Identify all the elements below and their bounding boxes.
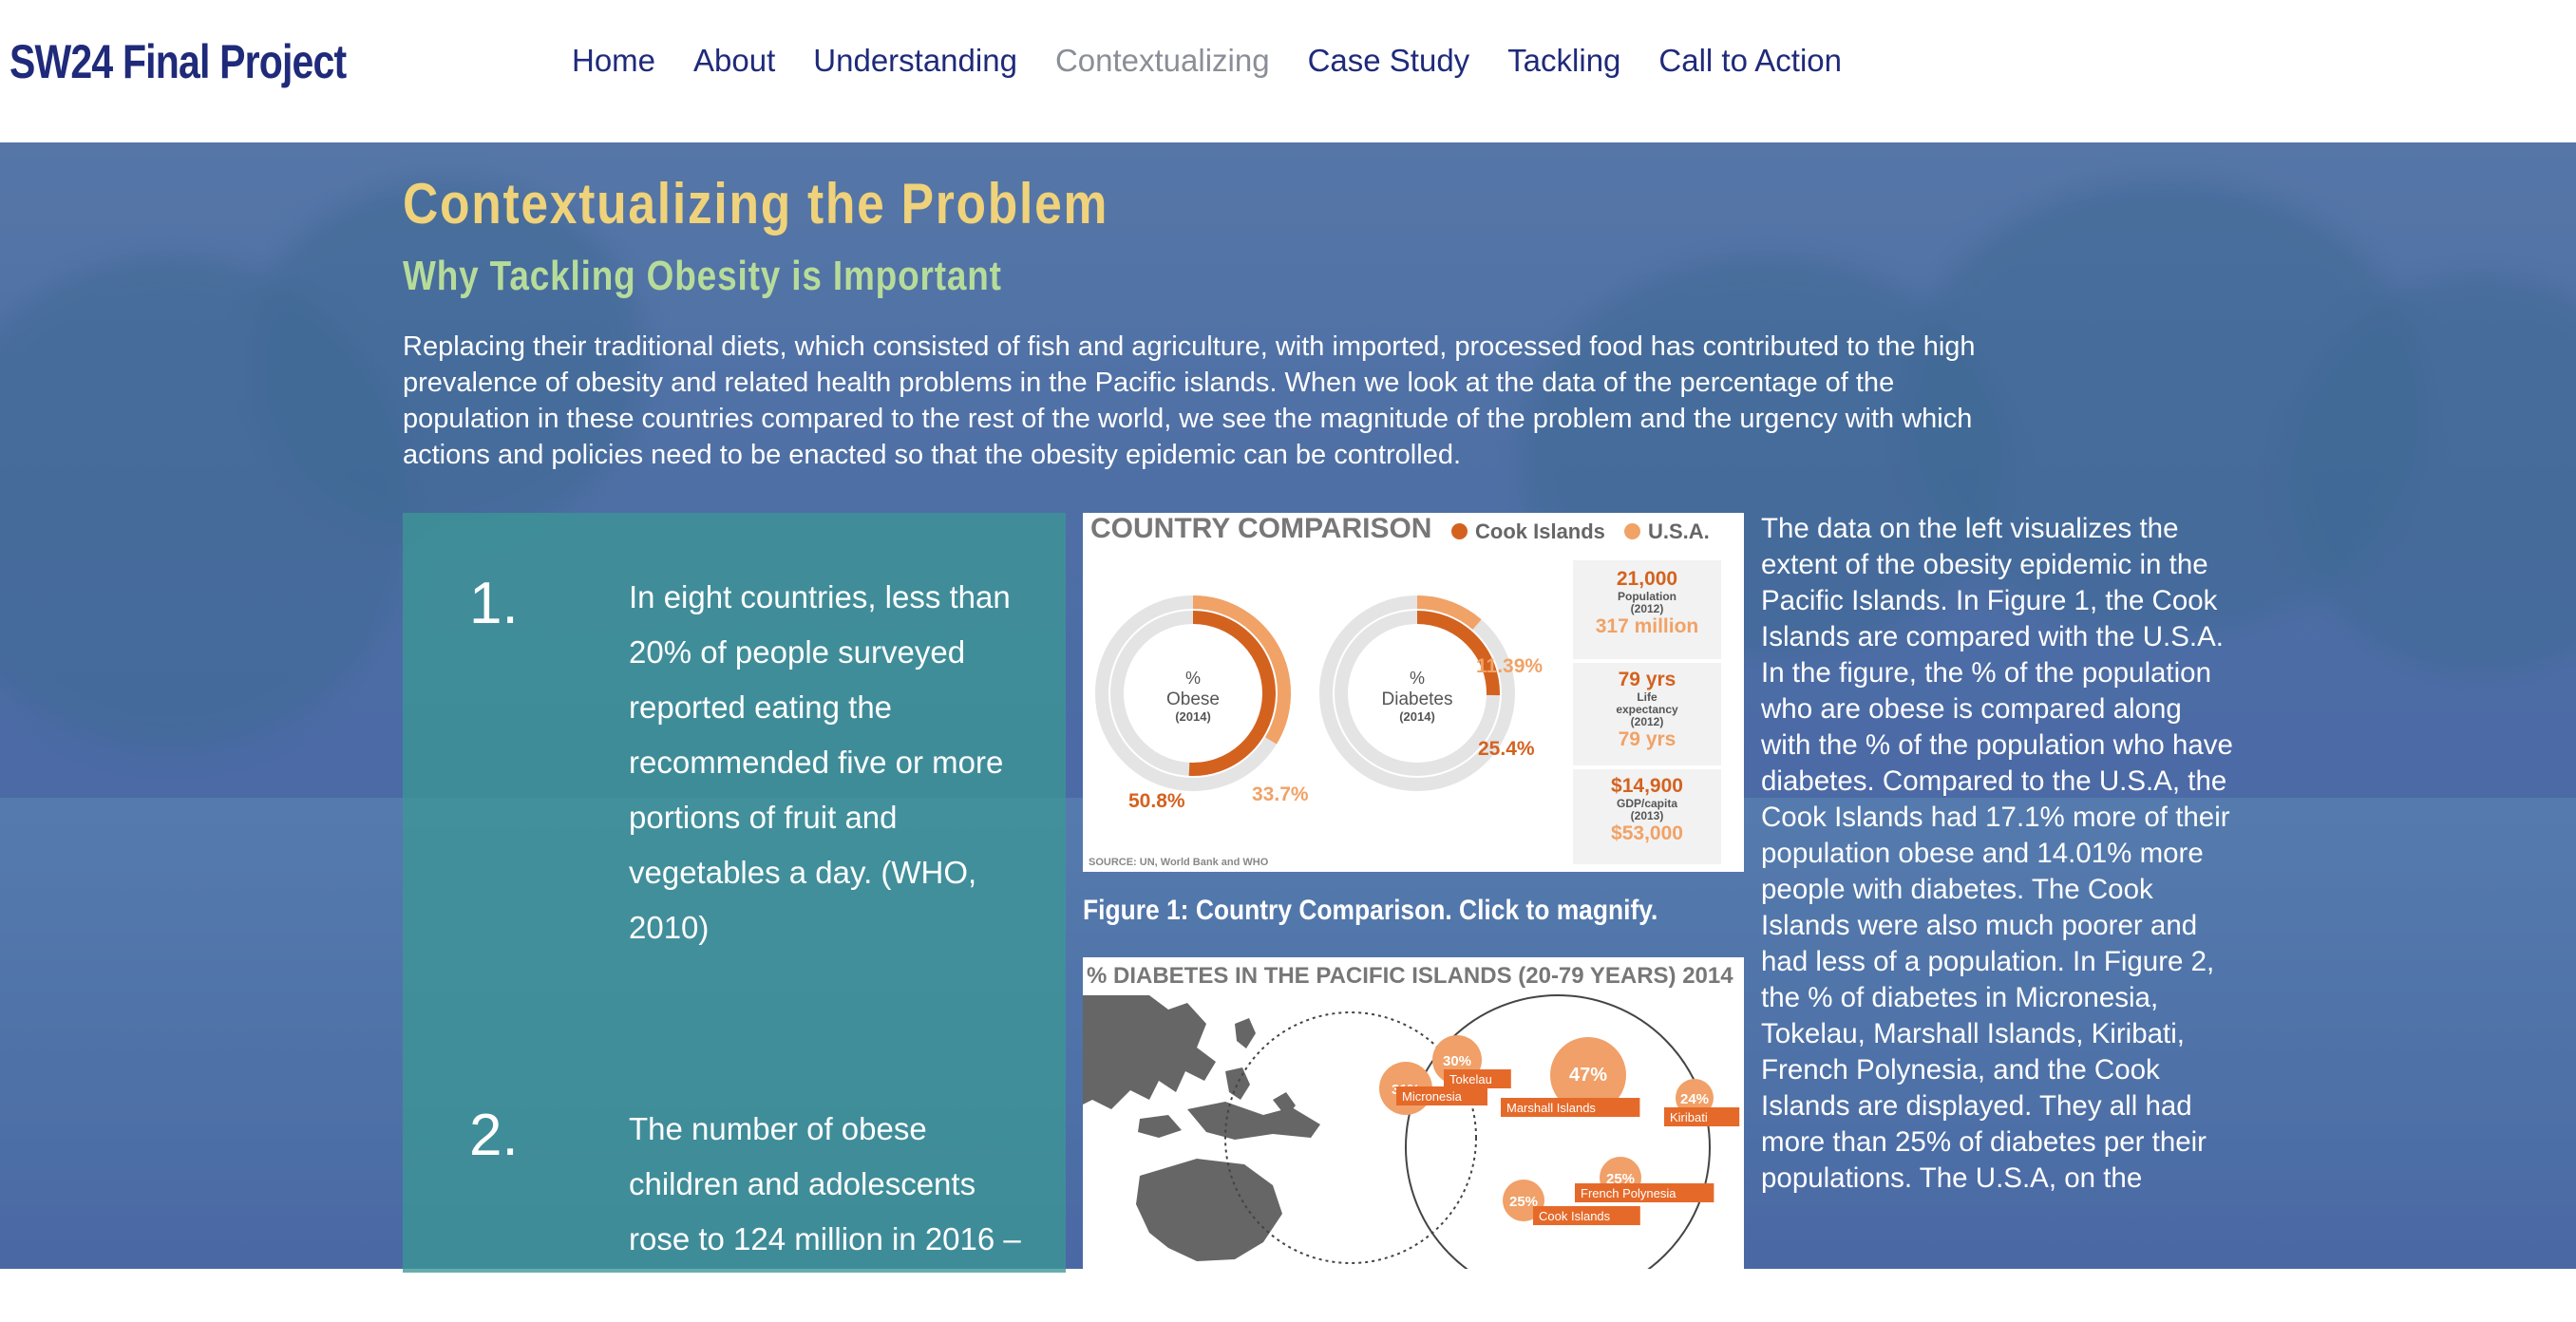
side-text: The data on the left visualizes the exte… (1761, 513, 2233, 1194)
stat-cook-value: 79 yrs (1618, 669, 1676, 690)
usa-value-label: 33.7% (1252, 784, 1309, 805)
figure-source: SOURCE: UN, World Bank and WHO (1089, 857, 1269, 868)
donut-label-year: (2014) (1399, 709, 1435, 724)
bubble-label: Cook Islands (1539, 1209, 1611, 1223)
fact-text: The number of obese children and adolesc… (629, 1111, 1021, 1312)
stat-label: (2012) (1630, 715, 1664, 728)
bubble-value: 47% (1569, 1065, 1607, 1086)
stat-cook-value: 21,000 (1616, 568, 1678, 590)
bubble-value: 24% (1680, 1091, 1709, 1107)
cook-value-label: 50.8% (1128, 790, 1185, 812)
stat-label: (2013) (1630, 809, 1664, 822)
donut-label-pct: % (1185, 669, 1201, 688)
stat-gdp: $14,900 GDP/capita (2013) $53,000 (1573, 769, 1721, 864)
fact-number: 1. (469, 571, 519, 636)
figure1-caption[interactable]: Figure 1: Country Comparison. Click to m… (1083, 895, 1657, 927)
bubble-value: 30% (1443, 1053, 1471, 1069)
stat-population: 21,000 Population (2012) 317 million (1573, 560, 1721, 659)
legend-item: Cook Islands (1451, 519, 1605, 544)
site-title[interactable]: SW24 Final Project (9, 34, 347, 89)
bubble-label: Kiribati (1670, 1110, 1708, 1124)
diabetes-map-figure[interactable]: % DIABETES IN THE PACIFIC ISLANDS (20-79… (1083, 957, 1744, 1269)
pacific-map: 31%Micronesia30%Tokelau47%Marshall Islan… (1083, 994, 1740, 1269)
legend-label: U.S.A. (1648, 519, 1710, 543)
cook-value-label: 25.4% (1478, 738, 1535, 760)
bubble-label: Tokelau (1449, 1072, 1492, 1086)
bubble-label: French Polynesia (1581, 1186, 1676, 1200)
stat-usa-value: 317 million (1595, 615, 1699, 637)
legend-label: Cook Islands (1475, 519, 1605, 543)
figure-title: COUNTRY COMPARISON (1090, 513, 1432, 544)
site-header: SW24 Final Project Home About Understand… (0, 0, 2576, 142)
stat-life-expectancy: 79 yrs Life expectancy (2012) 79 yrs (1573, 663, 1721, 765)
usa-value-label: 11.39% (1476, 655, 1543, 677)
bubble-label: Marshall Islands (1506, 1101, 1596, 1115)
nav-contextualizing[interactable]: Contextualizing (1055, 36, 1270, 85)
nav-about[interactable]: About (693, 36, 775, 85)
legend-dot-icon (1624, 523, 1640, 539)
stat-label: (2012) (1630, 602, 1664, 615)
stat-usa-value: 79 yrs (1618, 728, 1676, 750)
donut-label-pct: % (1410, 669, 1425, 688)
main-nav: Home About Understanding Contextualizing… (572, 36, 1880, 85)
intro-paragraph: Replacing their traditional diets, which… (403, 331, 1976, 470)
nav-call-to-action[interactable]: Call to Action (1658, 36, 1842, 85)
nav-understanding[interactable]: Understanding (813, 36, 1017, 85)
bubble-label: Micronesia (1402, 1089, 1463, 1104)
legend-dot-icon (1451, 523, 1468, 539)
donut-charts: % Obese (2014) % Diabetes (2014) 50.8% 3… (1095, 595, 1543, 812)
page-title: Contextualizing the Problem (403, 172, 1109, 236)
page-subtitle: Why Tackling Obesity is Important (403, 253, 1002, 299)
donut-label-name: Obese (1166, 689, 1220, 709)
stat-usa-value: $53,000 (1611, 822, 1683, 844)
nav-tackling[interactable]: Tackling (1507, 36, 1620, 85)
donut-label-year: (2014) (1175, 709, 1211, 724)
fact-number: 2. (469, 1103, 519, 1168)
stat-cook-value: $14,900 (1611, 775, 1683, 797)
nav-home[interactable]: Home (572, 36, 655, 85)
donut-label-name: Diabetes (1382, 689, 1453, 709)
facts-panel: 1. In eight countries, less than 20% of … (403, 513, 1066, 1312)
legend-item: U.S.A. (1624, 519, 1710, 544)
country-comparison-figure[interactable]: COUNTRY COMPARISON Cook Islands U.S.A. %… (1083, 513, 1744, 872)
fact-text: In eight countries, less than 20% of peo… (629, 579, 1011, 945)
stats-panel: 21,000 Population (2012) 317 million 79 … (1573, 560, 1721, 864)
nav-case-study[interactable]: Case Study (1308, 36, 1470, 85)
